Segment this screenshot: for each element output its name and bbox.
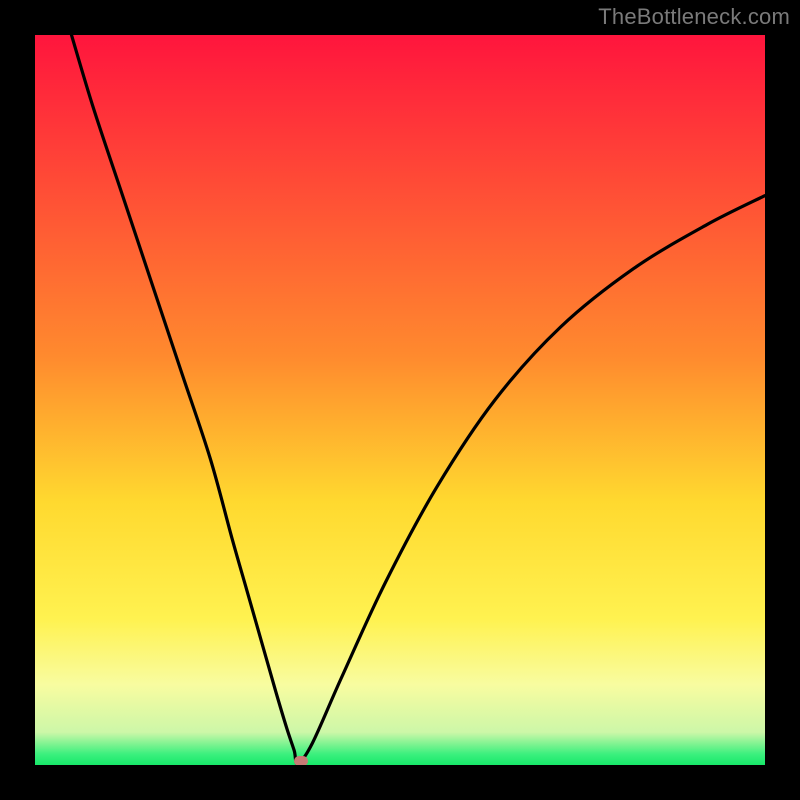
plot-area	[35, 35, 765, 765]
optimal-marker	[294, 756, 308, 765]
watermark-text: TheBottleneck.com	[598, 4, 790, 30]
bottleneck-curve	[35, 35, 765, 765]
chart-frame: TheBottleneck.com	[0, 0, 800, 800]
